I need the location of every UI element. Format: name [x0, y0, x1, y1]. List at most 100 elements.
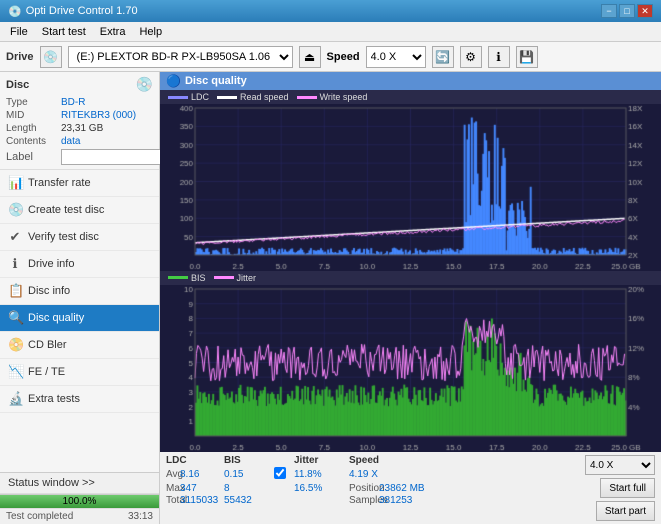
start-part-button[interactable]: Start part: [596, 501, 655, 521]
settings-button[interactable]: ⚙: [460, 46, 482, 68]
toolbar: Drive 💿 (E:) PLEXTOR BD-R PX-LB950SA 1.0…: [0, 42, 661, 72]
bottom-chart-section: BIS Jitter: [160, 271, 661, 452]
legend-jitter: Jitter: [214, 273, 257, 283]
avg-speed-select[interactable]: 4.0 X: [585, 455, 655, 475]
nav-verify-disc[interactable]: ✔ Verify test disc: [0, 224, 159, 251]
disc-header: Disc 💿: [6, 76, 153, 93]
max-jitter: 16.5%: [294, 483, 349, 494]
total-label: Total: [166, 495, 180, 506]
start-full-button[interactable]: Start full: [600, 478, 655, 498]
nav-cd-bler[interactable]: 📀 CD Bler: [0, 332, 159, 359]
nav-transfer-rate-label: Transfer rate: [28, 177, 91, 189]
chart-header-title: Disc quality: [185, 75, 247, 87]
write-speed-legend-text: Write speed: [320, 92, 368, 102]
speed-label: Speed: [327, 51, 360, 63]
disc-section-title: Disc: [6, 79, 29, 91]
left-panel: Disc 💿 Type BD-R MID RITEKBR3 (000) Leng…: [0, 72, 160, 524]
top-chart-canvas: [160, 104, 661, 271]
nav-create-test[interactable]: 💿 Create test disc: [0, 197, 159, 224]
nav-disc-info[interactable]: 📋 Disc info: [0, 278, 159, 305]
disc-mid-label: MID: [6, 110, 61, 121]
speed-select[interactable]: 4.0 X: [366, 46, 426, 68]
minimize-button[interactable]: −: [601, 4, 617, 18]
drive-icon-btn[interactable]: 💿: [40, 46, 62, 68]
legend-read-speed: Read speed: [217, 92, 289, 102]
chart-header: 🔵 Disc quality: [160, 72, 661, 90]
ldc-legend-text: LDC: [191, 92, 209, 102]
info-button[interactable]: ℹ: [488, 46, 510, 68]
disc-mid-row: MID RITEKBR3 (000): [6, 110, 153, 121]
pos-label: Position: [349, 483, 379, 494]
top-chart-canvas-area: [160, 104, 661, 271]
stats-max-row: Max 347 8 16.5% Position 23862 MB: [166, 483, 579, 494]
nav-create-test-label: Create test disc: [28, 204, 104, 216]
menu-start-test[interactable]: Start test: [36, 24, 92, 40]
disc-contents-value: data: [61, 136, 153, 147]
maximize-button[interactable]: □: [619, 4, 635, 18]
jitter-checkbox[interactable]: [274, 467, 286, 479]
verify-disc-icon: ✔: [8, 229, 22, 245]
close-button[interactable]: ✕: [637, 4, 653, 18]
menu-file[interactable]: File: [4, 24, 34, 40]
nav-disc-info-label: Disc info: [28, 285, 70, 297]
status-section: Status window >> 100.0% Test completed 3…: [0, 472, 159, 524]
status-window-label: Status window >>: [8, 477, 95, 489]
bis-legend-color: [168, 276, 188, 279]
disc-quality-icon: 🔍: [8, 310, 22, 326]
nav-cd-bler-label: CD Bler: [28, 339, 67, 351]
drive-label: Drive: [6, 51, 34, 63]
jitter-legend-color: [214, 276, 234, 279]
drive-select[interactable]: (E:) PLEXTOR BD-R PX-LB950SA 1.06: [68, 46, 293, 68]
nav-fe-te-label: FE / TE: [28, 366, 65, 378]
title-bar-title: 💿 Opti Drive Control 1.70: [8, 5, 138, 18]
drive-info-icon: ℹ: [8, 256, 22, 272]
bottom-chart-canvas-area: [160, 285, 661, 452]
stats-jitter-check: [274, 455, 294, 466]
nav-fe-te[interactable]: 📉 FE / TE: [0, 359, 159, 386]
nav-drive-info-label: Drive info: [28, 258, 74, 270]
disc-length-row: Length 23,31 GB: [6, 123, 153, 134]
nav-transfer-rate[interactable]: 📊 Transfer rate: [0, 170, 159, 197]
disc-label-row: Label 🔍: [6, 149, 153, 165]
create-test-icon: 💿: [8, 202, 22, 218]
stats-ldc-header: LDC: [166, 455, 224, 466]
nav-drive-info[interactable]: ℹ Drive info: [0, 251, 159, 278]
stats-controls: 4.0 X Start full Start part: [585, 455, 655, 521]
disc-label-key: Label: [6, 151, 61, 163]
main-content: Disc 💿 Type BD-R MID RITEKBR3 (000) Leng…: [0, 72, 661, 524]
total-bis: 55432: [224, 495, 274, 506]
nav-verify-disc-label: Verify test disc: [28, 231, 99, 243]
stats-bis-header: BIS: [224, 455, 274, 466]
completed-text: Test completed: [6, 511, 73, 522]
menu-help[interactable]: Help: [133, 24, 168, 40]
save-button[interactable]: 💾: [516, 46, 538, 68]
nav-disc-quality[interactable]: 🔍 Disc quality: [0, 305, 159, 332]
legend-bis: BIS: [168, 273, 206, 283]
read-speed-legend-color: [217, 96, 237, 99]
title-bar: 💿 Opti Drive Control 1.70 − □ ✕: [0, 0, 661, 22]
avg-check: [274, 467, 294, 482]
disc-mid-value: RITEKBR3 (000): [61, 110, 153, 121]
title-bar-controls: − □ ✕: [601, 4, 653, 18]
disc-section-icon: 💿: [136, 76, 153, 93]
chart-header-icon: 🔵: [166, 74, 181, 88]
disc-contents-row: Contents data: [6, 136, 153, 147]
disc-contents-label: Contents: [6, 136, 61, 147]
nav-extra-tests[interactable]: 🔬 Extra tests: [0, 386, 159, 413]
stats-bar: LDC BIS Jitter Speed Avg 8.16 0.15 11.8%…: [160, 451, 661, 524]
stats-header-row: LDC BIS Jitter Speed: [166, 455, 579, 466]
disc-section: Disc 💿 Type BD-R MID RITEKBR3 (000) Leng…: [0, 72, 159, 170]
bottom-chart-canvas: [160, 285, 661, 452]
fe-te-icon: 📉: [8, 364, 22, 380]
refresh-button[interactable]: 🔄: [432, 46, 454, 68]
eject-button[interactable]: ⏏: [299, 46, 321, 68]
stats-jitter-header: Jitter: [294, 455, 349, 466]
status-window-button[interactable]: Status window >>: [0, 473, 159, 494]
legend-write-speed: Write speed: [297, 92, 368, 102]
bottom-chart-legend: BIS Jitter: [160, 271, 661, 285]
disc-length-label: Length: [6, 123, 61, 134]
extra-tests-icon: 🔬: [8, 391, 22, 407]
samples-label: Samples: [349, 495, 379, 506]
menu-extra[interactable]: Extra: [94, 24, 132, 40]
disc-info-icon: 📋: [8, 283, 22, 299]
